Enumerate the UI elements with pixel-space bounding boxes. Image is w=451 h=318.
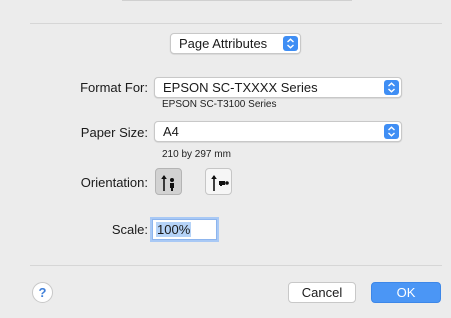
landscape-orientation-icon xyxy=(211,175,229,191)
help-button[interactable]: ? xyxy=(32,282,53,303)
cancel-button[interactable]: Cancel xyxy=(288,282,356,303)
portrait-orientation-icon xyxy=(161,175,174,191)
page-setup-dialog: Page Attributes Format For: EPSON SC-TXX… xyxy=(0,0,451,318)
paper-size-label: Paper Size: xyxy=(80,125,148,140)
scale-input[interactable]: 100% xyxy=(152,219,217,240)
format-for-detail: EPSON SC-T3100 Series xyxy=(162,99,277,110)
popup-stepper-icon xyxy=(384,124,399,139)
landscape-orientation-button[interactable] xyxy=(205,168,232,195)
popup-stepper-icon xyxy=(283,36,298,51)
scale-value: 100% xyxy=(156,222,192,237)
paper-size-value: A4 xyxy=(163,124,179,139)
paper-size-detail: 210 by 297 mm xyxy=(162,149,231,160)
format-for-label: Format For: xyxy=(80,80,148,95)
bottom-divider xyxy=(30,265,442,266)
settings-popup[interactable]: Page Attributes xyxy=(170,33,301,54)
paper-size-popup[interactable]: A4 xyxy=(154,121,402,142)
settings-popup-value: Page Attributes xyxy=(179,36,268,51)
scale-label: Scale: xyxy=(111,222,148,237)
help-icon: ? xyxy=(38,285,47,300)
format-for-popup[interactable]: EPSON SC-TXXXX Series xyxy=(154,77,402,98)
popup-stepper-icon xyxy=(384,80,399,95)
orientation-label: Orientation: xyxy=(80,175,148,190)
portrait-orientation-button[interactable] xyxy=(155,168,182,195)
window-top-edge xyxy=(122,0,352,8)
ok-button[interactable]: OK xyxy=(371,282,441,303)
format-for-value: EPSON SC-TXXXX Series xyxy=(163,80,318,95)
top-divider xyxy=(30,23,442,24)
